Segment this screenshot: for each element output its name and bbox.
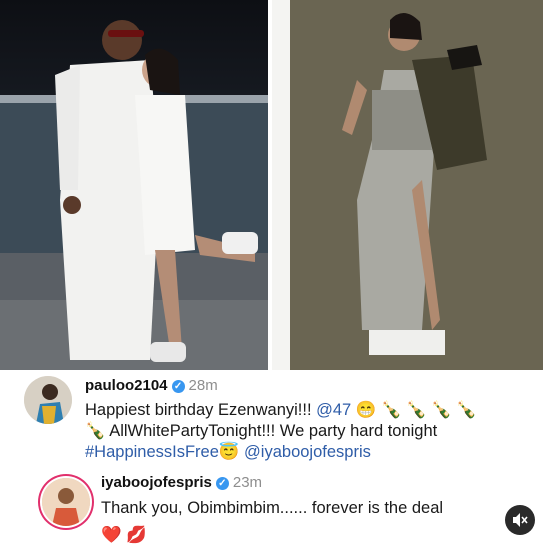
comment-line: Happiest birthday Ezenwanyi!!! @47 😁 🍾 🍾… (85, 400, 525, 421)
comment-text: Happiest birthday Ezenwanyi!!! @47 😁 🍾 🍾… (85, 400, 525, 463)
sequin-gown-photo (272, 0, 543, 370)
username-text[interactable]: iyaboojofespris (101, 474, 212, 491)
comment-line: 🍾 AllWhitePartyTonight!!! We party hard … (85, 421, 525, 442)
comment-timestamp: 28m (188, 377, 218, 394)
halo-emoji: 😇 (218, 443, 240, 461)
comment-username[interactable]: iyaboojofespris ✓ 23m (101, 474, 262, 491)
avatar[interactable] (42, 478, 90, 526)
photo-collage (0, 0, 543, 370)
comment-text: Thank you, Obimbimbim...... forever is t… (101, 498, 511, 546)
comment-body-text: Happiest birthday Ezenwanyi!!! (85, 401, 317, 419)
comment-username[interactable]: pauloo2104 ✓ 28m (85, 377, 218, 394)
couple-photo (0, 0, 268, 370)
verified-badge-icon: ✓ (215, 477, 229, 490)
verified-badge-icon: ✓ (171, 380, 185, 393)
comment-line: Thank you, Obimbimbim...... forever is t… (101, 499, 444, 517)
username-text[interactable]: pauloo2104 (85, 377, 168, 394)
mention-link[interactable]: @iyaboojofespris (244, 443, 371, 461)
speaker-muted-icon (513, 513, 528, 527)
comments-section: pauloo2104 ✓ 28m Happiest birthday Ezenwan… (0, 370, 543, 547)
hashtag-link[interactable]: #HappinessIsFree (85, 443, 219, 461)
comment-line: ❤️ 💋 (101, 525, 511, 546)
mute-button[interactable] (505, 505, 535, 535)
emoji-group: 😁 🍾 🍾 🍾 🍾 (355, 401, 477, 419)
emoji-group: ❤️ 💋 (101, 526, 147, 544)
champagne-emoji: 🍾 (85, 422, 106, 440)
comment-body-text: AllWhitePartyTonight!!! We party hard to… (105, 422, 438, 440)
avatar[interactable] (24, 376, 72, 424)
comment-timestamp: 23m (232, 474, 263, 491)
mention-link[interactable]: @47 (316, 401, 351, 419)
comment-line: #HappinessIsFree😇 @iyaboojofespris (85, 442, 525, 463)
